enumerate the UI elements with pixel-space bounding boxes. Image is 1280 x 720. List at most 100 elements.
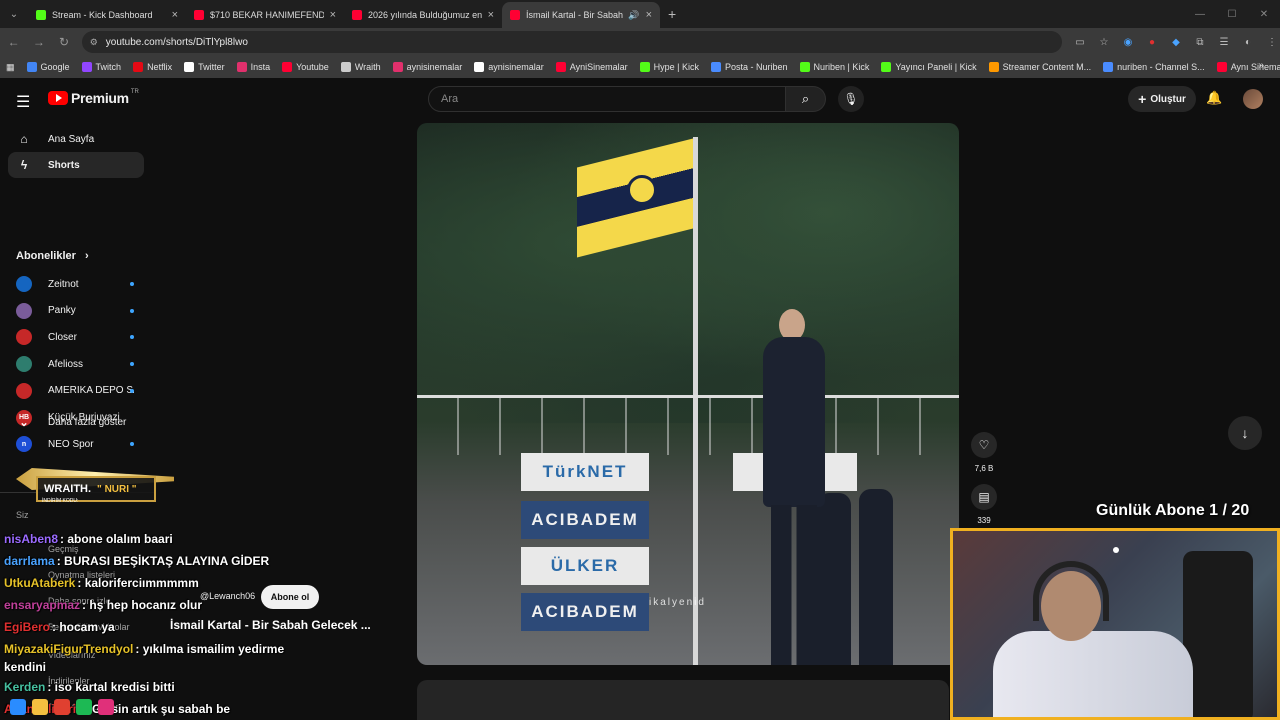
sub-goal-counter: Günlük Abone 1 / 20 <box>1096 502 1250 519</box>
windows-start-icon[interactable] <box>10 699 26 715</box>
sidebar-item-shorts[interactable]: ϟ Shorts <box>8 152 144 178</box>
ad-board: ACIBADEM <box>521 501 649 539</box>
subscription-item[interactable]: Closer <box>8 325 144 349</box>
subscription-item[interactable]: AMERİKA DEPO SA... <box>8 379 144 403</box>
browser-toolbar: ← → ↻ ⚙ youtube.com/shorts/DiTlYpl8lwo ▭… <box>0 28 1280 56</box>
search-button[interactable]: ⌕ <box>786 86 826 112</box>
bookmark-item[interactable]: Streamer Content M... <box>988 62 1091 72</box>
maximize-icon[interactable]: ☐ <box>1216 0 1248 28</box>
bookmark-item[interactable]: Wraith <box>340 62 381 72</box>
bookmark-favicon-icon <box>1216 62 1227 72</box>
like-button[interactable]: ♡ 7,6 B <box>970 432 998 473</box>
sidebar-item-home[interactable]: ⌂ Ana Sayfa <box>8 126 144 152</box>
youtube-logo[interactable]: Premium TR <box>48 89 139 106</box>
bookmark-favicon-icon <box>474 62 485 72</box>
bookmark-label: Youtube <box>296 62 329 72</box>
chrome-icon[interactable] <box>54 699 70 715</box>
notifications-bell-icon[interactable]: 🔔 <box>1206 90 1222 106</box>
browser-tab-strip: ⌄ Stream - Kick Dashboard × $710 BEKAR HAN… <box>0 0 1280 28</box>
headphones-icon <box>1033 561 1109 621</box>
close-tab-icon[interactable]: × <box>330 9 336 21</box>
show-more-button[interactable]: ⌄ Daha fazla göster <box>8 410 144 434</box>
extension-icon-3[interactable]: ◆ <box>1168 34 1184 50</box>
close-tab-icon[interactable]: × <box>646 9 652 21</box>
reload-icon[interactable]: ↻ <box>52 30 75 54</box>
minimize-icon[interactable]: — <box>1184 0 1216 28</box>
avatar[interactable] <box>1243 89 1263 109</box>
spotify-icon[interactable] <box>76 699 92 715</box>
bookmark-item[interactable]: Hype | Kick <box>639 62 699 72</box>
sidebar-item-faded[interactable]: Siz <box>16 510 29 520</box>
arrow-down-icon: ↓ <box>1241 425 1249 441</box>
bookmark-item[interactable]: Google <box>26 62 70 72</box>
chat-username: UtkuAtaberk <box>4 576 76 590</box>
browser-menu-icon[interactable]: ⋮ <box>1264 34 1280 50</box>
channel-handle[interactable]: @Lewanch06 <box>200 591 255 601</box>
bookmark-label: Aynı Sinemalar - Ça... <box>1230 62 1280 72</box>
address-bar[interactable]: ⚙ youtube.com/shorts/DiTlYpl8lwo <box>81 31 1062 53</box>
close-tab-icon[interactable]: × <box>172 9 178 21</box>
bookmark-item[interactable]: aynisinemalar <box>474 62 544 72</box>
bookmarks-overflow-icon[interactable]: » <box>1258 60 1264 71</box>
subscribe-button[interactable]: Abone ol <box>261 585 319 609</box>
fence <box>417 395 959 455</box>
bookmark-item[interactable]: AyniSinemalar <box>555 62 628 72</box>
bookmark-item[interactable]: Youtube <box>282 62 329 72</box>
forward-icon[interactable]: → <box>27 30 50 54</box>
browser-tab[interactable]: $710 BEKAR HANIMEFENDİNİN × <box>186 2 344 28</box>
bookmark-label: Nuriben | Kick <box>813 62 870 72</box>
file-explorer-icon[interactable] <box>32 699 48 715</box>
new-tab-button[interactable]: + <box>668 6 676 22</box>
extension-icon-2[interactable]: ● <box>1144 34 1160 50</box>
close-tab-icon[interactable]: × <box>488 9 494 21</box>
subscription-item[interactable]: Afelioss <box>8 352 144 376</box>
bookmark-item[interactable]: Netflix <box>133 62 172 72</box>
comments-button[interactable]: ▤ 339 <box>970 484 998 525</box>
bookmark-item[interactable]: Aynı Sinemalar - Ça... <box>1216 62 1280 72</box>
bookmark-label: nuriben - Channel S... <box>1117 62 1205 72</box>
audio-playing-icon[interactable]: 🔊 <box>628 10 639 21</box>
browser-tab[interactable]: 2026 yılında Bulduğumuz en iy × <box>344 2 502 28</box>
channel-avatar <box>16 382 32 399</box>
app-icon[interactable] <box>98 699 114 715</box>
reading-list-icon[interactable]: ☰ <box>1216 34 1232 50</box>
tab-search-icon[interactable]: ⌄ <box>0 0 28 28</box>
subscriptions-heading[interactable]: Abonelikler › <box>16 250 89 262</box>
chat-text: : yıkılma ismailim yedirme <box>135 642 285 656</box>
shorts-icon: ϟ <box>20 158 28 172</box>
bookmark-item[interactable]: Nuriben | Kick <box>799 62 870 72</box>
apps-grid-icon[interactable]: ▦ <box>6 62 15 73</box>
back-icon[interactable]: ← <box>2 30 25 54</box>
subscription-item[interactable]: Panky <box>8 299 144 323</box>
cast-icon[interactable]: ▭ <box>1072 34 1088 50</box>
shorts-video-player[interactable]: TürkNET ACIBADEM ÜLKER ACIBADEM ikalyeni… <box>417 123 959 665</box>
bookmark-item[interactable]: Twitch <box>81 62 121 72</box>
voice-search-button[interactable]: 🎙 <box>838 86 864 112</box>
create-button[interactable]: + Oluştur <box>1128 86 1196 112</box>
bookmark-label: aynisinemalar <box>406 62 463 72</box>
bookmark-star-icon[interactable]: ☆ <box>1096 34 1112 50</box>
extensions-puzzle-icon[interactable]: ⧉ <box>1192 34 1208 50</box>
next-video-button[interactable]: ↓ <box>1228 416 1262 450</box>
bookmark-item[interactable]: nuriben - Channel S... <box>1103 62 1205 72</box>
close-window-icon[interactable]: ✕ <box>1248 0 1280 28</box>
chevron-right-icon: › <box>84 250 89 262</box>
bookmark-item[interactable]: Posta - Nuriben <box>710 62 788 72</box>
video-title[interactable]: İsmail Kartal - Bir Sabah Gelecek ... <box>170 618 371 632</box>
search-input[interactable]: Ara <box>428 86 786 112</box>
menu-icon[interactable]: ☰ <box>16 92 30 112</box>
bookmark-item[interactable]: Yayıncı Paneli | Kick <box>881 62 977 72</box>
browser-tab[interactable]: İsmail Kartal - Bir Sabah Gel 🔊 × <box>502 2 660 28</box>
extension-icon-1[interactable]: ◉ <box>1120 34 1136 50</box>
subscription-item[interactable]: Zeitnot <box>8 272 144 296</box>
staff-figure <box>859 489 893 665</box>
site-info-icon[interactable]: ⚙ <box>90 37 98 48</box>
bookmark-item[interactable]: aynisinemalar <box>392 62 463 72</box>
chat-text: kendini <box>4 660 47 674</box>
chat-text: : kaloriferciımmmmm <box>77 576 199 590</box>
channel-avatar <box>16 302 32 319</box>
profile-icon[interactable]: ◐ <box>1240 34 1256 50</box>
browser-tab[interactable]: Stream - Kick Dashboard × <box>28 2 186 28</box>
bookmark-item[interactable]: Insta <box>236 62 270 72</box>
bookmark-item[interactable]: Twitter <box>184 62 225 72</box>
